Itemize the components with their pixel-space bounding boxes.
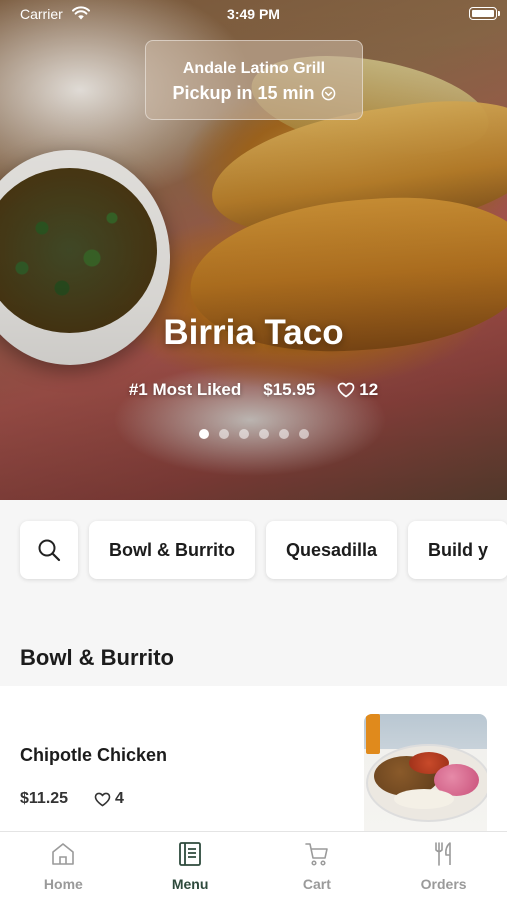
- clock: 3:49 PM: [227, 6, 280, 22]
- featured-meta: #1 Most Liked $15.95 12: [0, 380, 507, 400]
- tab-home[interactable]: Home: [0, 832, 127, 900]
- category-chip[interactable]: Bowl & Burrito: [89, 521, 255, 579]
- tab-label: Orders: [420, 876, 467, 892]
- home-icon: [52, 843, 75, 865]
- photo-detail: [394, 789, 454, 809]
- featured-title: Birria Taco: [163, 313, 344, 352]
- battery-icon: [469, 7, 500, 20]
- carousel-dot[interactable]: [298, 429, 309, 439]
- tab-orders[interactable]: Orders: [380, 832, 507, 900]
- featured-badge: #1 Most Liked: [128, 380, 242, 399]
- tab-label: Menu: [171, 876, 209, 892]
- item-photo: [364, 714, 487, 831]
- tab-label: Home: [43, 876, 83, 892]
- store-name: Andale Latino Grill: [182, 60, 326, 77]
- category-bar: Bowl & Burrito Quesadilla Build y: [0, 500, 507, 620]
- hero-banner[interactable]: Carrier 3:49 PM Andale Latino Grill Pick…: [0, 0, 507, 500]
- tab-label: Cart: [302, 876, 331, 892]
- pickup-time: Pickup in 15 min: [172, 83, 335, 104]
- section-title: Bowl & Burrito: [20, 645, 174, 670]
- carousel-dot[interactable]: [258, 429, 269, 439]
- item-name: Chipotle Chicken: [20, 745, 168, 765]
- tab-bar: Home Menu Cart Orders: [0, 831, 507, 900]
- featured-likes[interactable]: 12: [337, 380, 378, 400]
- category-chip[interactable]: Build y: [408, 521, 507, 579]
- menu-icon: [179, 842, 202, 866]
- search-button[interactable]: [20, 521, 78, 579]
- orders-icon: [434, 842, 451, 866]
- photo-detail: [366, 714, 380, 754]
- item-likes[interactable]: 4: [94, 790, 124, 808]
- heart-icon: [94, 792, 111, 806]
- category-chip[interactable]: Quesadilla: [266, 521, 398, 579]
- pickup-label: Pickup in 15 min: [172, 83, 315, 103]
- carousel-dot[interactable]: [198, 429, 209, 439]
- item-price: $11.25: [20, 790, 69, 807]
- tab-menu[interactable]: Menu: [127, 832, 254, 900]
- cart-icon: [305, 843, 328, 866]
- carousel-dot[interactable]: [238, 429, 249, 439]
- carousel-dot[interactable]: [278, 429, 289, 439]
- status-bar: Carrier 3:49 PM: [0, 0, 507, 28]
- heart-icon: [337, 382, 355, 398]
- category-scroller[interactable]: Bowl & Burrito Quesadilla Build y: [20, 521, 507, 579]
- search-icon: [38, 539, 61, 562]
- store-selector[interactable]: Andale Latino Grill Pickup in 15 min: [145, 40, 363, 120]
- featured-price: $15.95: [263, 380, 316, 399]
- tab-cart[interactable]: Cart: [254, 832, 381, 900]
- item-likes-count: 4: [115, 790, 124, 807]
- menu-item[interactable]: Chipotle Chicken $11.25 4: [0, 686, 507, 831]
- carousel-dot[interactable]: [218, 429, 229, 439]
- featured-likes-count: 12: [359, 380, 379, 399]
- chevron-down-circle-icon: [321, 86, 335, 101]
- carousel-indicator[interactable]: [0, 429, 507, 439]
